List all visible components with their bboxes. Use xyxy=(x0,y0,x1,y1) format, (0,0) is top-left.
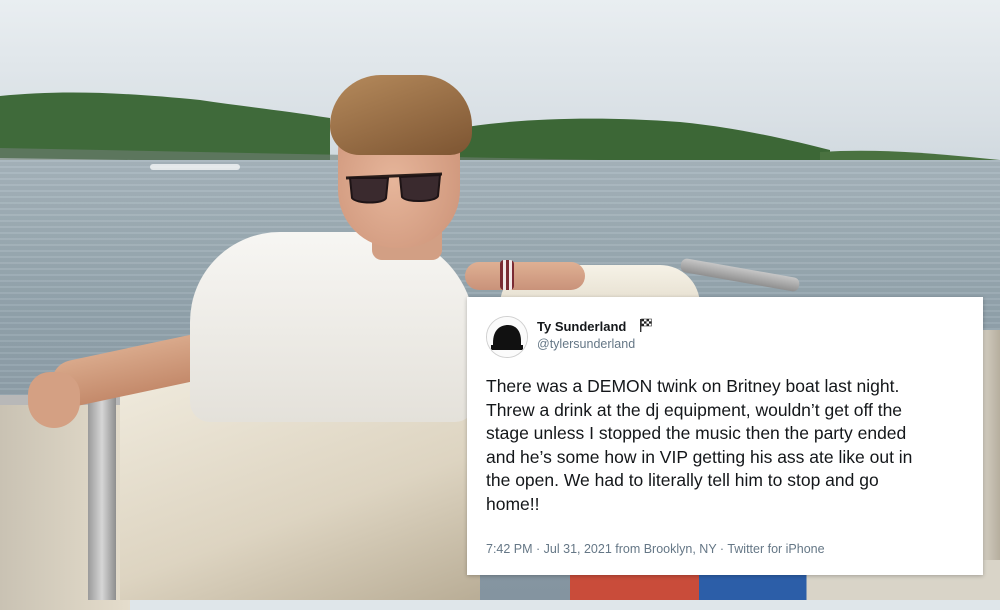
avatar-silhouette-icon xyxy=(487,317,527,357)
person-white-shirt xyxy=(190,232,475,422)
tweet-card[interactable]: Ty Sunderland @tylersunderland There was… xyxy=(467,297,983,575)
person-left-hand xyxy=(28,372,80,428)
author-handle[interactable]: @tylersunderland xyxy=(537,337,635,351)
person-right-arm xyxy=(465,262,585,290)
bracelet xyxy=(500,260,514,290)
author-name[interactable]: Ty Sunderland xyxy=(537,319,626,334)
avatar[interactable] xyxy=(486,316,528,358)
railing-post xyxy=(88,385,116,600)
distant-boat xyxy=(150,164,240,170)
tweet-timestamp[interactable]: 7:42 PM · Jul 31, 2021 from Brooklyn, NY… xyxy=(486,542,825,556)
person-hair xyxy=(330,75,472,155)
sunglasses xyxy=(345,172,443,204)
tweet-text: There was a DEMON twink on Britney boat … xyxy=(486,376,913,514)
checkered-flag-icon xyxy=(640,318,652,332)
